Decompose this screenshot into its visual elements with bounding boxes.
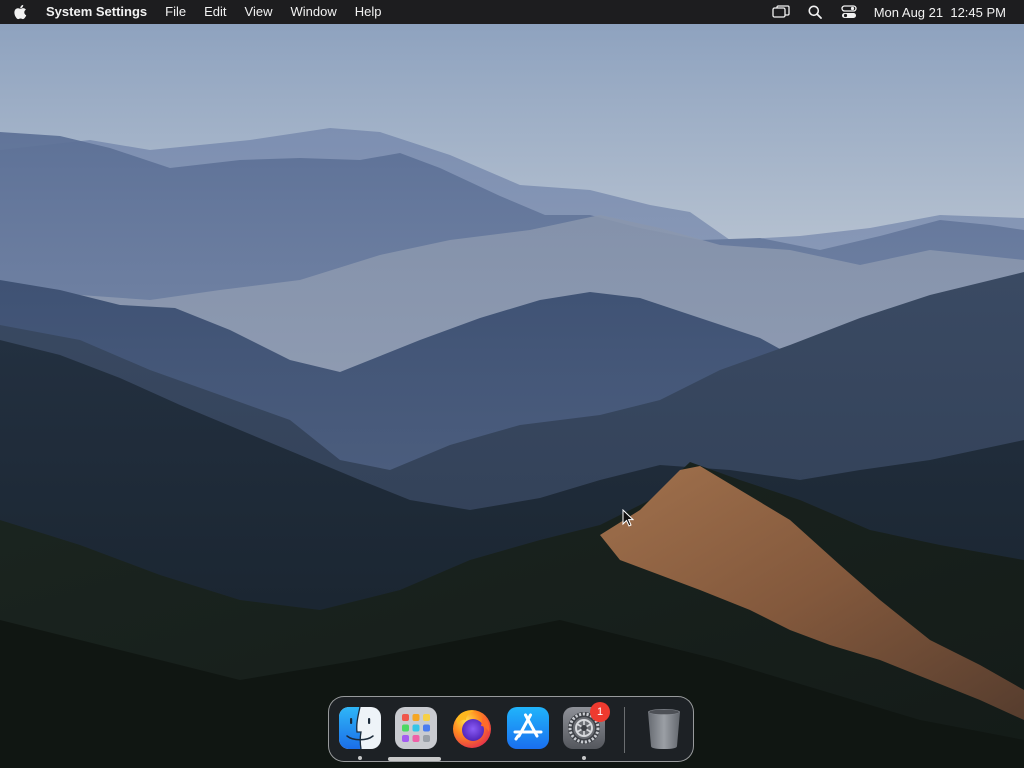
desktop-wallpaper <box>0 0 1024 768</box>
menu-view[interactable]: View <box>236 0 282 24</box>
menu-window[interactable]: Window <box>281 0 345 24</box>
app-store-icon <box>507 707 549 749</box>
dock-item-system-settings[interactable]: 1 <box>562 702 610 750</box>
dock-item-launchpad[interactable] <box>394 706 438 750</box>
menu-file[interactable]: File <box>156 0 195 24</box>
menu-help[interactable]: Help <box>346 0 391 24</box>
notification-badge: 1 <box>590 702 610 722</box>
running-indicator <box>582 756 586 760</box>
running-indicator <box>358 756 362 760</box>
launchpad-icon <box>395 707 437 749</box>
screen-mirroring-icon[interactable] <box>764 0 798 24</box>
trash-icon <box>648 709 680 749</box>
menu-bar-clock[interactable]: Mon Aug 21 12:45 PM <box>866 5 1024 20</box>
menu-edit[interactable]: Edit <box>195 0 235 24</box>
dock: 1 <box>328 696 694 762</box>
dock-item-finder[interactable] <box>338 706 382 750</box>
clock-date: Mon Aug 21 <box>873 4 944 20</box>
dock-item-trash[interactable] <box>642 706 686 750</box>
control-center-icon[interactable] <box>832 0 866 24</box>
desktop[interactable]: System Settings File Edit View Window He… <box>0 0 1024 768</box>
finder-icon <box>339 706 381 750</box>
mouse-pointer-icon <box>622 509 634 527</box>
clock-time: 12:45 PM <box>950 4 1006 20</box>
dock-item-app-store[interactable] <box>506 706 550 750</box>
dock-item-firefox[interactable] <box>450 706 494 750</box>
menu-bar: System Settings File Edit View Window He… <box>0 0 1024 24</box>
search-icon[interactable] <box>798 0 832 24</box>
menu-app-name[interactable]: System Settings <box>40 0 156 24</box>
apple-menu-icon[interactable] <box>0 0 40 24</box>
dock-divider <box>624 707 625 753</box>
firefox-icon <box>453 710 491 748</box>
dock-scroll-indicator <box>388 757 441 761</box>
